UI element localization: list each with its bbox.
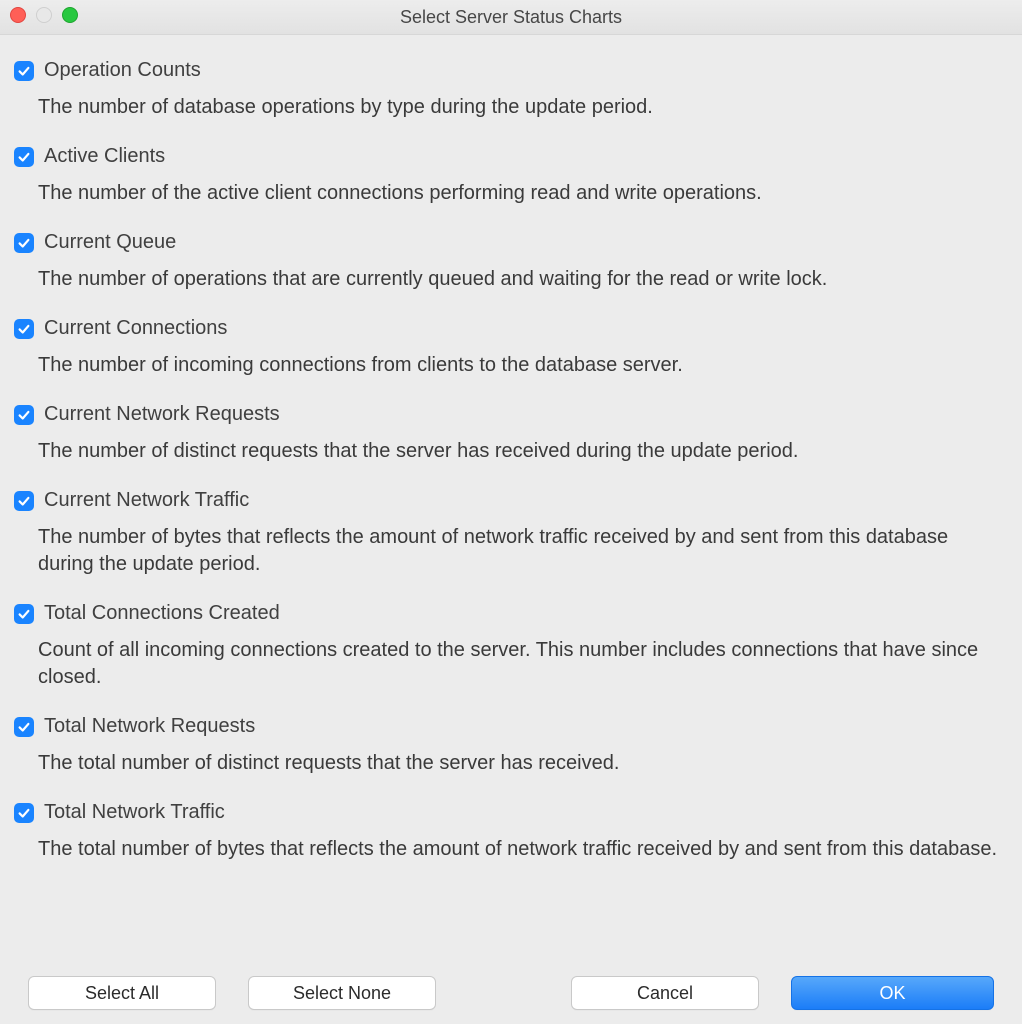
option-label: Current Queue	[44, 231, 176, 254]
option-label: Current Network Traffic	[44, 489, 249, 512]
option-label: Total Connections Created	[44, 602, 280, 625]
option-checkbox[interactable]	[14, 319, 34, 339]
option-checkbox[interactable]	[14, 491, 34, 511]
option-item: Active ClientsThe number of the active c…	[14, 139, 1008, 221]
window-titlebar: Select Server Status Charts	[0, 0, 1022, 35]
option-item: Total Connections CreatedCount of all in…	[14, 596, 1008, 705]
option-checkbox[interactable]	[14, 803, 34, 823]
option-checkbox[interactable]	[14, 233, 34, 253]
option-head: Total Network Traffic	[14, 795, 1008, 826]
option-description: The number of database operations by typ…	[14, 84, 1008, 135]
option-label: Current Network Requests	[44, 403, 280, 426]
select-all-button[interactable]: Select All	[28, 976, 216, 1010]
option-label: Total Network Traffic	[44, 801, 225, 824]
option-description: The total number of bytes that reflects …	[14, 826, 1008, 877]
option-description: The number of the active client connecti…	[14, 170, 1008, 221]
option-head: Current Connections	[14, 311, 1008, 342]
traffic-lights	[10, 7, 78, 23]
options-list: Operation CountsThe number of database o…	[0, 35, 1022, 877]
option-head: Total Network Requests	[14, 709, 1008, 740]
option-checkbox[interactable]	[14, 147, 34, 167]
option-description: The number of bytes that reflects the am…	[14, 514, 1008, 592]
option-label: Operation Counts	[44, 59, 201, 82]
option-checkbox[interactable]	[14, 717, 34, 737]
option-item: Total Network TrafficThe total number of…	[14, 795, 1008, 877]
option-item: Operation CountsThe number of database o…	[14, 53, 1008, 135]
option-description: The number of incoming connections from …	[14, 342, 1008, 393]
option-label: Total Network Requests	[44, 715, 255, 738]
dialog-footer: Select All Select None Cancel OK	[0, 976, 1022, 1010]
option-item: Total Network RequestsThe total number o…	[14, 709, 1008, 791]
option-head: Current Queue	[14, 225, 1008, 256]
window-zoom-button[interactable]	[62, 7, 78, 23]
option-head: Current Network Traffic	[14, 483, 1008, 514]
window-minimize-button[interactable]	[36, 7, 52, 23]
option-checkbox[interactable]	[14, 61, 34, 81]
option-item: Current Network TrafficThe number of byt…	[14, 483, 1008, 592]
option-item: Current Network RequestsThe number of di…	[14, 397, 1008, 479]
option-head: Current Network Requests	[14, 397, 1008, 428]
select-none-button[interactable]: Select None	[248, 976, 436, 1010]
option-item: Current ConnectionsThe number of incomin…	[14, 311, 1008, 393]
option-description: The total number of distinct requests th…	[14, 740, 1008, 791]
window-title: Select Server Status Charts	[400, 7, 622, 28]
option-description: Count of all incoming connections create…	[14, 627, 1008, 705]
option-checkbox[interactable]	[14, 405, 34, 425]
option-head: Total Connections Created	[14, 596, 1008, 627]
option-label: Current Connections	[44, 317, 227, 340]
option-description: The number of operations that are curren…	[14, 256, 1008, 307]
option-head: Operation Counts	[14, 53, 1008, 84]
option-item: Current QueueThe number of operations th…	[14, 225, 1008, 307]
cancel-button[interactable]: Cancel	[571, 976, 759, 1010]
ok-button[interactable]: OK	[791, 976, 994, 1010]
window-close-button[interactable]	[10, 7, 26, 23]
option-label: Active Clients	[44, 145, 165, 168]
option-checkbox[interactable]	[14, 604, 34, 624]
option-description: The number of distinct requests that the…	[14, 428, 1008, 479]
option-head: Active Clients	[14, 139, 1008, 170]
